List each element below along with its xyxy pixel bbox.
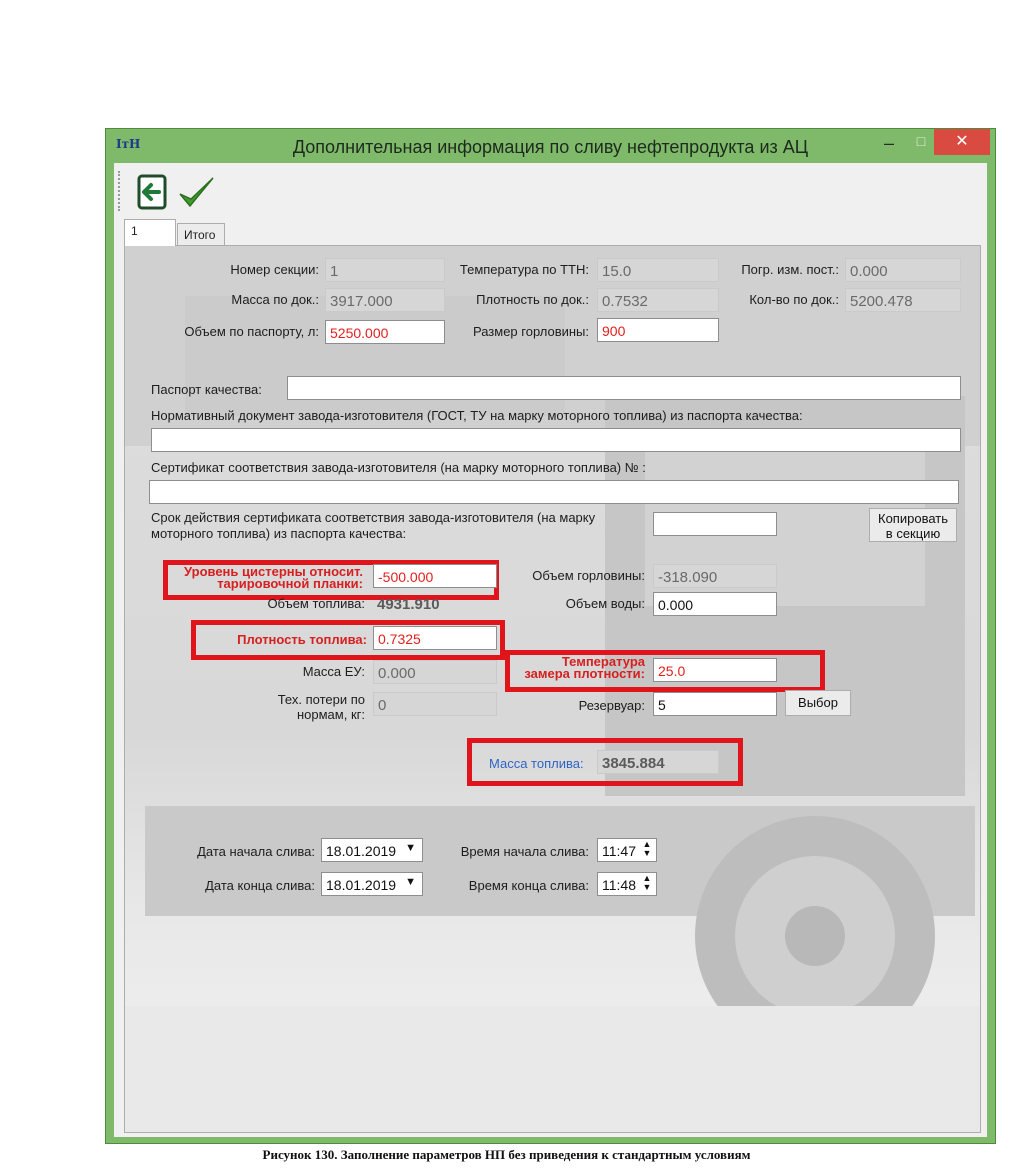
exit-icon: [137, 174, 167, 210]
close-button[interactable]: ✕: [934, 129, 990, 155]
spinner-icon[interactable]: ▲ ▼: [640, 840, 654, 858]
neck-size-input[interactable]: 900: [597, 318, 719, 342]
tech-loss-field[interactable]: 0: [373, 692, 497, 716]
start-date-picker[interactable]: 18.01.2019 ▼: [321, 838, 423, 862]
fuel-vol-label: Объем топлива:: [267, 596, 365, 611]
chevron-down-icon[interactable]: ▼: [405, 876, 416, 888]
reservoir-input[interactable]: 5: [653, 692, 777, 716]
temp-ttn-field[interactable]: 15.0: [597, 258, 719, 282]
window-title: Дополнительная информация по сливу нефте…: [292, 137, 809, 157]
error-label: Погр. изм. пост.:: [741, 262, 839, 277]
fuel-mass-field[interactable]: 3845.884: [597, 750, 719, 774]
density-doc-field[interactable]: 0.7532: [597, 288, 719, 312]
reservoir-label: Резервуар:: [578, 698, 645, 713]
client-area: 1 Итого Номер секции: 1 Температура по Т…: [114, 163, 987, 1137]
start-time-spinner[interactable]: 11:47 ▲ ▼: [597, 838, 657, 862]
fuel-density-label: Плотность топлива:: [237, 632, 367, 647]
dialog-window: IтH Дополнительная информация по сливу н…: [105, 128, 996, 1144]
start-date-label: Дата начала слива:: [197, 844, 315, 859]
density-temp-label: Температура замера плотности:: [511, 655, 645, 681]
fuel-vol-field[interactable]: 4931.910: [373, 592, 493, 616]
mass-eu-field[interactable]: 0.000: [373, 660, 497, 684]
passport-vol-label: Объем по паспорту, л:: [184, 324, 319, 339]
title-bar[interactable]: IтH Дополнительная информация по сливу н…: [106, 129, 995, 163]
confirm-button[interactable]: [176, 173, 216, 211]
end-time-value: 11:48: [602, 877, 636, 893]
water-vol-input[interactable]: 0.000: [653, 592, 777, 616]
select-reservoir-button[interactable]: Выбор: [785, 690, 851, 716]
spinner-icon[interactable]: ▲ ▼: [640, 874, 654, 892]
neck-vol-label: Объем горловины:: [532, 568, 645, 583]
mass-eu-label: Масса ЕУ:: [302, 664, 365, 679]
mass-doc-label: Масса по док.:: [231, 292, 319, 307]
temp-ttn-label: Температура по ТТН:: [459, 262, 589, 277]
cert-validity-input[interactable]: [653, 512, 777, 536]
passport-vol-input[interactable]: 5250.000: [325, 320, 445, 344]
tech-loss-label-line2: нормам, кг:: [296, 707, 365, 722]
copy-button-label-1: Копировать: [878, 511, 948, 526]
normative-doc-input[interactable]: [151, 428, 961, 452]
qty-doc-label: Кол-во по док.:: [749, 292, 839, 307]
water-vol-label: Объем воды:: [565, 596, 645, 611]
start-date-value: 18.01.2019: [326, 843, 397, 859]
figure-caption: Рисунок 130. Заполнение параметров НП бе…: [262, 1147, 751, 1162]
maximize-icon[interactable]: □: [910, 133, 932, 157]
level-input[interactable]: -500.000: [373, 564, 497, 588]
checkmark-icon: [179, 177, 214, 208]
copy-button-label-2: в секцию: [885, 526, 941, 541]
end-date-label: Дата конца слива:: [205, 878, 315, 893]
qty-doc-field[interactable]: 5200.478: [845, 288, 961, 312]
end-time-label: Время конца слива:: [468, 878, 589, 893]
end-time-spinner[interactable]: 11:48 ▲ ▼: [597, 872, 657, 896]
section-no-field[interactable]: 1: [325, 258, 445, 282]
exit-button[interactable]: [134, 173, 170, 211]
mass-doc-field[interactable]: 3917.000: [325, 288, 445, 312]
quality-passport-input[interactable]: [287, 376, 961, 400]
minimize-icon[interactable]: –: [878, 133, 900, 157]
certificate-label: Сертификат соответствия завода-изготовит…: [151, 460, 646, 475]
tech-loss-label-line1: Тех. потери по: [277, 692, 365, 707]
end-date-picker[interactable]: 18.01.2019 ▼: [321, 872, 423, 896]
section-no-label: Номер секции:: [230, 262, 319, 277]
density-temp-label-line2: замера плотности:: [524, 666, 645, 681]
tab-total[interactable]: Итого: [177, 223, 225, 245]
copy-to-section-button[interactable]: Копировать в секцию: [869, 508, 957, 542]
level-label-line2: тарировочной планки:: [217, 576, 363, 591]
density-temp-input[interactable]: 25.0: [653, 658, 777, 682]
quality-passport-label: Паспорт качества:: [151, 382, 262, 397]
start-time-label: Время начала слива:: [460, 844, 589, 859]
certificate-input[interactable]: [149, 480, 959, 504]
chevron-down-icon[interactable]: ▼: [405, 842, 416, 854]
toolbar-grip[interactable]: [118, 171, 121, 211]
end-date-value: 18.01.2019: [326, 877, 397, 893]
tech-loss-label: Тех. потери по нормам, кг:: [225, 692, 365, 722]
start-time-value: 11:47: [602, 843, 636, 859]
error-field[interactable]: 0.000: [845, 258, 961, 282]
neck-size-label: Размер горловины:: [472, 324, 589, 339]
fuel-density-input[interactable]: 0.7325: [373, 626, 497, 650]
normative-doc-label: Нормативный документ завода-изготовителя…: [151, 408, 803, 423]
cert-validity-label-line1: Срок действия сертификата соответствия з…: [151, 510, 596, 525]
neck-vol-field[interactable]: -318.090: [653, 564, 777, 588]
tab-section-1[interactable]: 1: [124, 219, 176, 246]
cert-validity-label-line2: моторного топлива) из паспорта качества:: [151, 526, 407, 541]
density-doc-label: Плотность по док.:: [476, 292, 589, 307]
tab-panel: Номер секции: 1 Температура по ТТН: 15.0…: [124, 245, 981, 1133]
toolbar: [114, 163, 987, 219]
level-label: Уровень цистерны относит. тарировочной п…: [171, 565, 363, 591]
fuel-mass-label: Масса топлива:: [489, 756, 584, 771]
